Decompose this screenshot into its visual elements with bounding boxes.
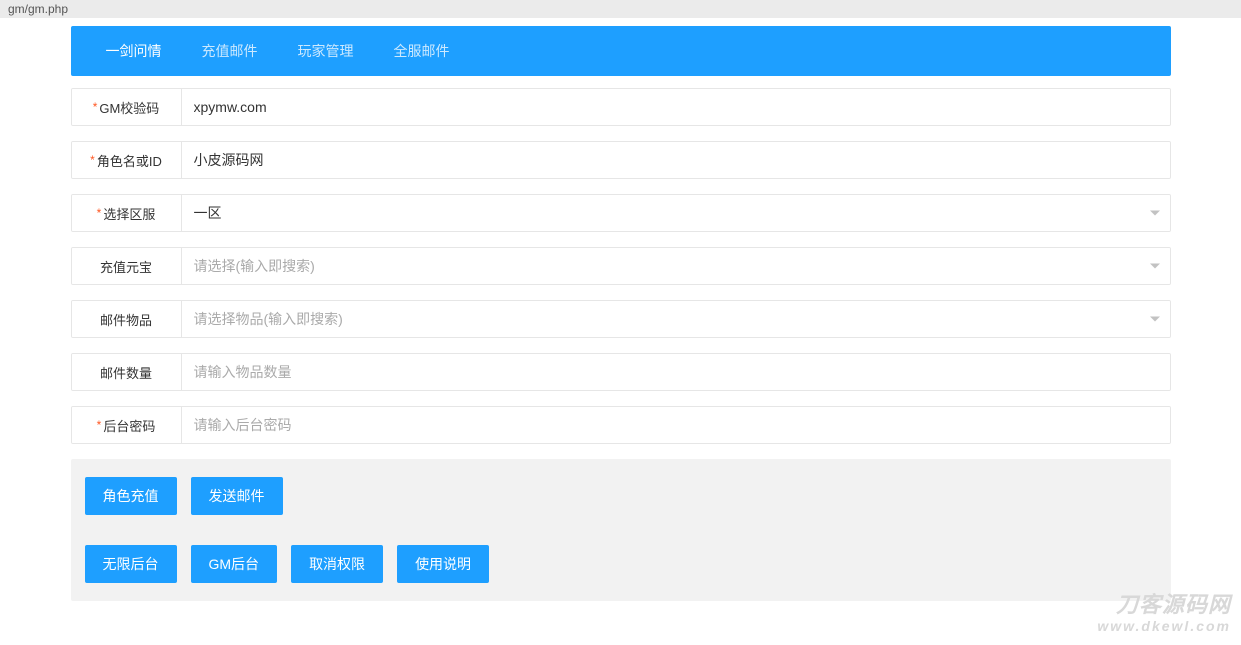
label-server: *选择区服 [72, 195, 182, 231]
row-recharge: 充值元宝 [71, 247, 1171, 285]
button-row-2: 无限后台 GM后台 取消权限 使用说明 [85, 545, 1157, 583]
unlimited-backend-button[interactable]: 无限后台 [85, 545, 177, 583]
usage-guide-button[interactable]: 使用说明 [397, 545, 489, 583]
select-recharge[interactable] [182, 248, 1170, 284]
button-section: 角色充值 发送邮件 无限后台 GM后台 取消权限 使用说明 [71, 459, 1171, 601]
gm-backend-button[interactable]: GM后台 [191, 545, 278, 583]
watermark-line2: www.dkewl.com [1097, 618, 1231, 635]
row-server: *选择区服 [71, 194, 1171, 232]
input-recharge[interactable] [182, 248, 1170, 284]
button-row-1: 角色充值 发送邮件 [85, 477, 1157, 515]
cancel-perm-button[interactable]: 取消权限 [291, 545, 383, 583]
label-admin-pw: *后台密码 [72, 407, 182, 443]
input-admin-pw[interactable] [182, 407, 1170, 443]
role-recharge-button[interactable]: 角色充值 [85, 477, 177, 515]
select-mail-item[interactable] [182, 301, 1170, 337]
url-bar: gm/gm.php [0, 0, 1241, 18]
label-gm-code: *GM校验码 [72, 89, 182, 125]
select-server[interactable] [182, 195, 1170, 231]
label-recharge: 充值元宝 [72, 248, 182, 284]
input-server[interactable] [182, 195, 1170, 231]
tab-yijianwenqing[interactable]: 一剑问情 [86, 26, 182, 76]
send-mail-button[interactable]: 发送邮件 [191, 477, 283, 515]
row-role-id: *角色名或ID [71, 141, 1171, 179]
tab-bar: 一剑问情 充值邮件 玩家管理 全服邮件 [71, 26, 1171, 76]
input-role-id[interactable] [182, 142, 1170, 178]
form-section: *GM校验码 *角色名或ID *选择区服 充值元宝 [71, 88, 1171, 444]
row-admin-pw: *后台密码 [71, 406, 1171, 444]
row-mail-qty: 邮件数量 [71, 353, 1171, 391]
tab-recharge-mail[interactable]: 充值邮件 [182, 26, 278, 76]
row-mail-item: 邮件物品 [71, 300, 1171, 338]
input-mail-qty[interactable] [182, 354, 1170, 390]
tab-server-mail[interactable]: 全服邮件 [374, 26, 470, 76]
input-gm-code[interactable] [182, 89, 1170, 125]
label-role-id: *角色名或ID [72, 142, 182, 178]
label-mail-qty: 邮件数量 [72, 354, 182, 390]
row-gm-code: *GM校验码 [71, 88, 1171, 126]
tab-player-manage[interactable]: 玩家管理 [278, 26, 374, 76]
input-mail-item[interactable] [182, 301, 1170, 337]
label-mail-item: 邮件物品 [72, 301, 182, 337]
